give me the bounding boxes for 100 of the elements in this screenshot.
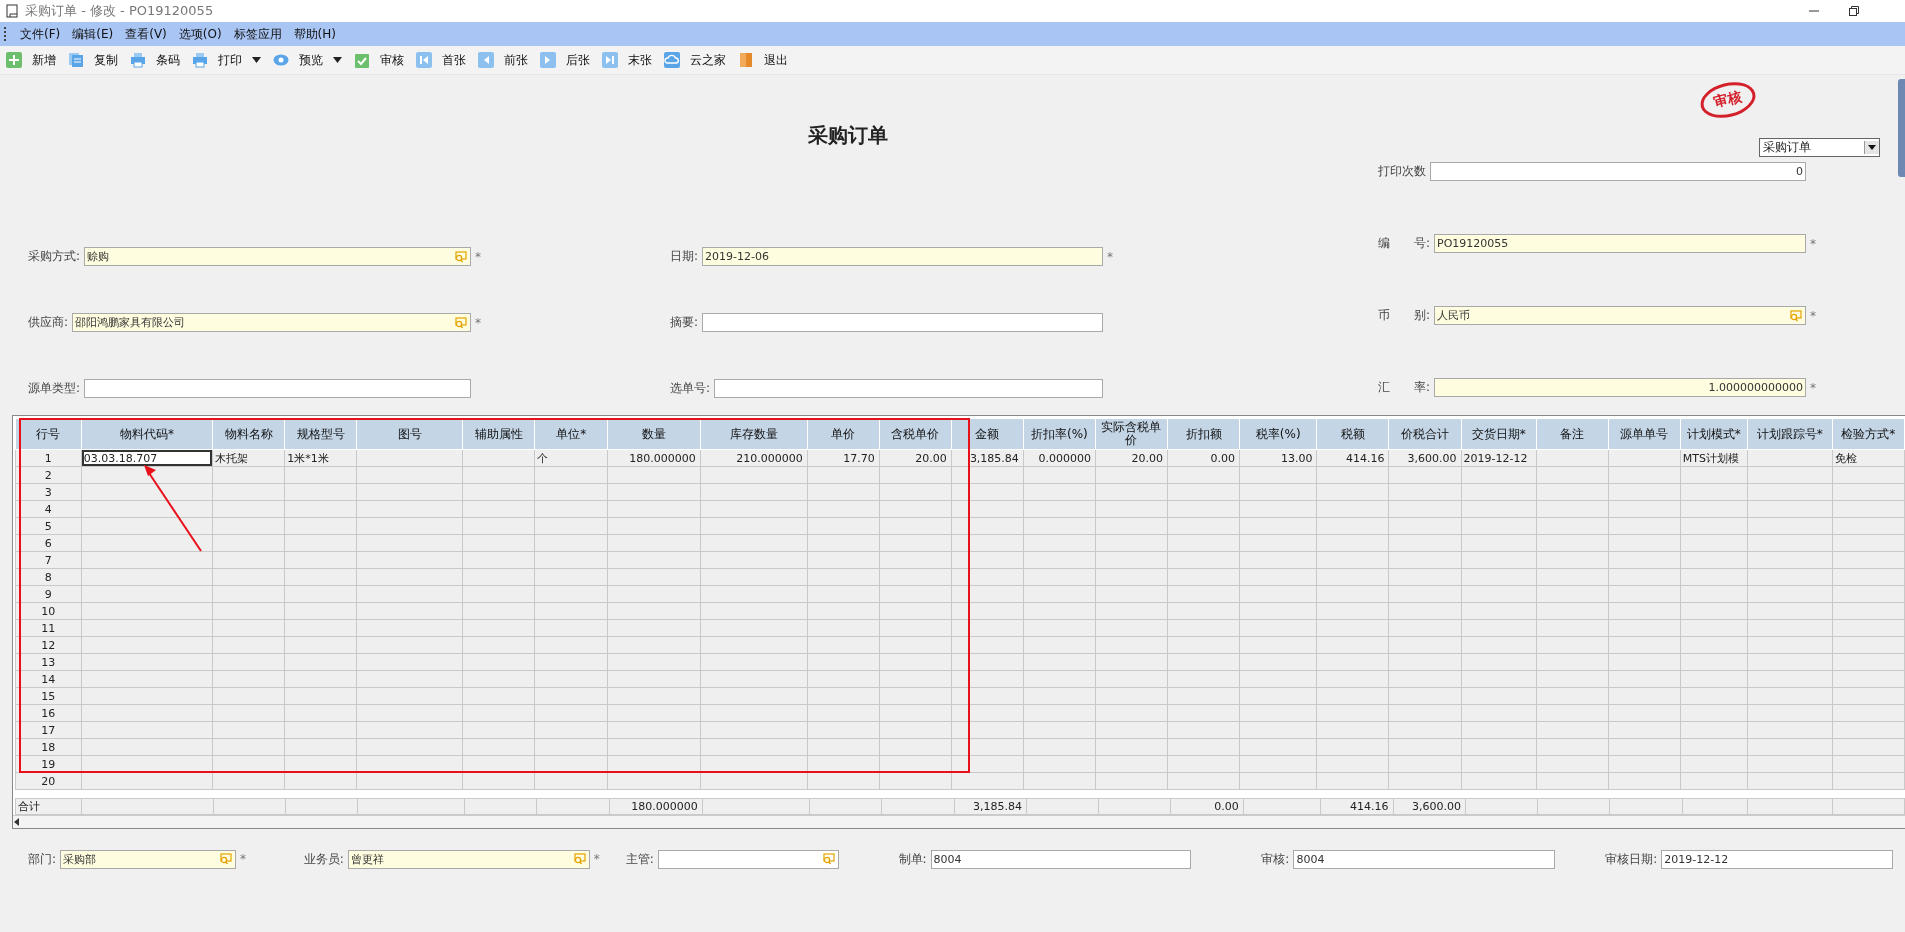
column-header[interactable]: 金额 — [951, 418, 1024, 450]
field-label: 供应商: — [28, 314, 69, 331]
column-header[interactable]: 行号 — [15, 418, 82, 450]
copy-icon — [68, 52, 84, 68]
field-label: 源单类型: — [28, 380, 81, 397]
caret-icon — [333, 57, 342, 63]
required-mark: * — [475, 315, 482, 330]
search-icon[interactable] — [1789, 309, 1802, 322]
caret-icon — [1868, 145, 1876, 150]
form-title: 采购订单 — [808, 122, 888, 149]
toolbar-button[interactable]: 审核 — [354, 49, 410, 71]
column-header[interactable]: 实际含税单价 — [1095, 418, 1168, 450]
plus-icon — [6, 52, 22, 68]
toolbar-button[interactable]: 打印 — [192, 49, 267, 71]
column-header[interactable]: 源单单号 — [1608, 418, 1681, 450]
required-mark: * — [1810, 236, 1817, 251]
search-icon[interactable] — [572, 853, 586, 865]
input-field[interactable]: 邵阳鸿鹏家具有限公司 — [72, 313, 471, 332]
toolbar-button[interactable]: 云之家 — [664, 49, 732, 71]
toolbar-button[interactable]: 条码 — [130, 49, 186, 71]
scroll-left-icon[interactable] — [13, 818, 21, 826]
field-label: 摘要: — [670, 314, 699, 331]
column-header[interactable]: 含税单价 — [879, 418, 952, 450]
column-header[interactable]: 物料代码* — [81, 418, 213, 450]
document-icon — [6, 4, 19, 18]
toolbar-button[interactable]: 首张 — [416, 49, 472, 71]
input-field[interactable] — [657, 849, 839, 869]
column-header[interactable]: 物料名称 — [212, 418, 285, 450]
column-header[interactable]: 单位* — [534, 418, 608, 450]
first-icon — [416, 52, 432, 68]
input-field[interactable] — [84, 379, 471, 398]
clipboard-check-icon — [354, 52, 370, 68]
toolbar-button[interactable]: 预览 — [273, 49, 348, 71]
column-header[interactable]: 单价 — [807, 418, 880, 450]
column-header[interactable]: 计划跟踪号* — [1747, 418, 1833, 450]
toolbar-button[interactable]: 退出 — [738, 49, 794, 71]
column-header[interactable]: 数量 — [607, 418, 701, 450]
printer-icon — [192, 52, 208, 68]
menu-item[interactable]: 查看(V) — [125, 25, 167, 43]
required-mark: * — [475, 249, 482, 264]
door-icon — [738, 52, 754, 68]
input-field[interactable]: 赊购 — [84, 247, 471, 266]
toolbar-button[interactable]: 末张 — [602, 49, 658, 71]
column-header[interactable]: 税额 — [1316, 418, 1389, 450]
search-icon[interactable] — [218, 853, 232, 865]
input-field[interactable]: 8004 — [1293, 849, 1556, 869]
field-label: 部门: — [28, 850, 57, 868]
input-field[interactable]: 2019-12-12 — [1661, 849, 1893, 869]
input-field[interactable]: 0 — [1430, 162, 1806, 181]
column-header[interactable]: 备注 — [1536, 418, 1609, 450]
required-mark: * — [239, 852, 247, 866]
search-icon[interactable] — [454, 316, 467, 329]
column-header[interactable]: 库存数量 — [700, 418, 808, 450]
menu-item[interactable]: 帮助(H) — [293, 25, 336, 43]
input-field[interactable] — [714, 379, 1103, 398]
toolbar-button[interactable]: 新增 — [6, 49, 62, 71]
menu-item[interactable]: 标签应用 — [233, 25, 282, 43]
total-cell: 180.000000 — [609, 798, 703, 815]
field-label: 审核日期: — [1605, 850, 1658, 868]
caret-icon — [252, 57, 261, 63]
column-header[interactable]: 折扣额 — [1167, 418, 1240, 450]
input-field[interactable]: 8004 — [930, 849, 1192, 869]
window-title: 采购订单 - 修改 - PO19120055 — [25, 2, 214, 20]
total-cell: 3,185.84 — [954, 798, 1027, 815]
total-cell: 0.00 — [1170, 798, 1244, 815]
field-label: 币 别: — [1378, 307, 1431, 324]
total-cell: 3,600.00 — [1393, 798, 1466, 815]
input-field[interactable] — [702, 313, 1103, 332]
menu-item[interactable]: 编辑(E) — [72, 25, 114, 43]
input-field[interactable]: 2019-12-06 — [702, 247, 1103, 266]
toolbar-button[interactable]: 后张 — [540, 49, 596, 71]
column-header[interactable]: 图号 — [356, 418, 463, 450]
horizontal-scrollbar[interactable] — [13, 815, 1905, 828]
field-label: 业务员: — [303, 850, 344, 868]
input-field[interactable]: 曾更祥 — [347, 849, 590, 869]
field-label: 采购方式: — [28, 248, 81, 265]
column-header[interactable]: 检验方式* — [1832, 418, 1905, 450]
input-field[interactable]: 采购部 — [60, 849, 236, 869]
menu-item[interactable]: 文件(F) — [20, 25, 61, 43]
toolbar-button[interactable]: 复制 — [68, 49, 124, 71]
last-icon — [602, 52, 618, 68]
input-field[interactable]: PO19120055 — [1434, 234, 1806, 253]
column-header[interactable]: 规格型号 — [284, 418, 357, 450]
column-header[interactable]: 价税合计 — [1389, 418, 1462, 450]
column-header[interactable]: 折扣率(%) — [1023, 418, 1096, 450]
toolbar-button[interactable]: 前张 — [478, 49, 534, 71]
column-header[interactable]: 税率(%) — [1239, 418, 1317, 450]
required-mark: * — [593, 852, 601, 866]
column-header[interactable]: 交货日期* — [1461, 418, 1537, 450]
column-header[interactable]: 计划模式* — [1680, 418, 1748, 450]
menu-item[interactable]: 选项(O) — [178, 25, 222, 43]
search-icon[interactable] — [454, 250, 467, 263]
input-field[interactable]: 1.000000000000 — [1434, 378, 1806, 397]
restore-icon[interactable] — [1849, 6, 1859, 16]
field-label: 审核: — [1261, 850, 1290, 868]
search-icon[interactable] — [821, 853, 835, 865]
input-field[interactable]: 人民币 — [1434, 306, 1806, 325]
toolbar-grip — [4, 27, 8, 41]
template-select[interactable]: 采购订单 — [1759, 138, 1880, 157]
column-header[interactable]: 辅助属性 — [462, 418, 535, 450]
